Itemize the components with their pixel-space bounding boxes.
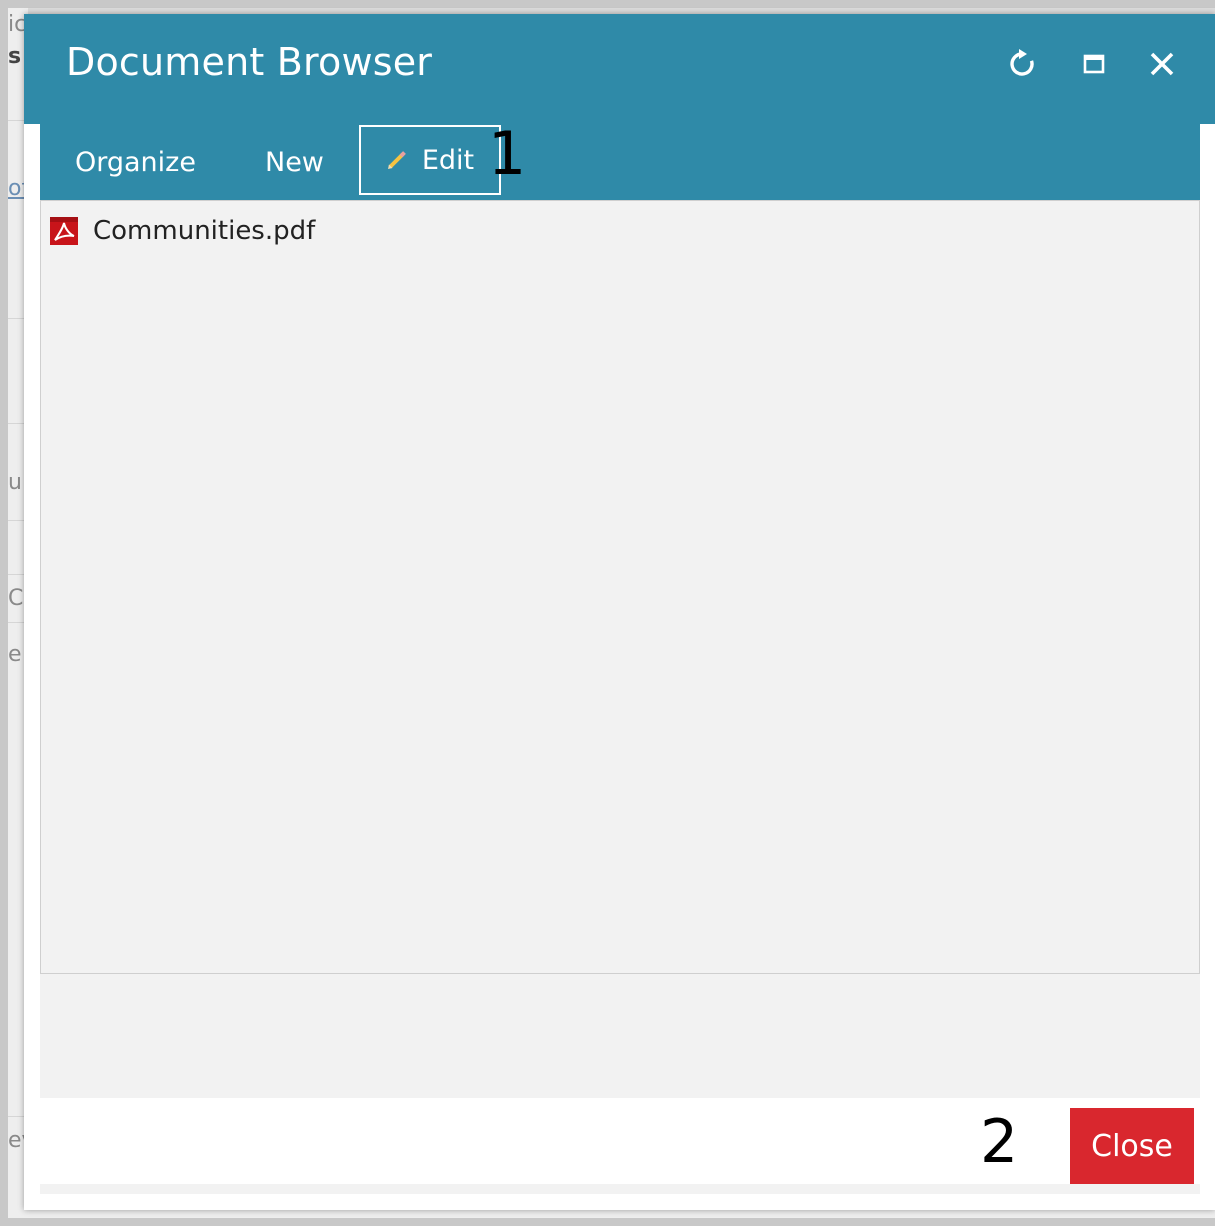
pencil-icon [387,151,406,169]
refresh-button[interactable] [1002,44,1042,84]
maximize-button[interactable] [1074,44,1114,84]
tab-organize-label: Organize [75,146,196,178]
pdf-icon [50,217,78,245]
tab-organize[interactable]: Organize [75,124,196,200]
toolbar-margin [24,124,40,200]
annotation-number-1: 1 [488,119,527,189]
tab-new[interactable]: New [265,124,324,200]
close-button[interactable]: Close [1070,1108,1194,1184]
annotation-number-2: 2 [980,1107,1019,1177]
tab-edit-label: Edit [421,144,475,176]
close-window-button[interactable] [1142,44,1182,84]
refresh-icon [1010,49,1034,76]
tab-new-label: New [265,146,324,178]
document-browser-dialog: Document Browser Organize New Edit Commu… [24,14,1215,1210]
file-name: Communities.pdf [93,216,316,246]
footer-bar [40,1184,1200,1194]
dialog-title: Document Browser [66,40,433,84]
file-list: Communities.pdf [40,200,1200,974]
close-icon [1150,52,1174,76]
dialog-titlebar: Document Browser [24,14,1215,124]
details-panel [40,974,1200,1098]
maximize-icon [1083,54,1105,74]
list-item[interactable]: Communities.pdf [49,209,315,253]
tab-edit[interactable]: Edit [359,125,501,195]
toolbar: Organize New Edit [40,124,1200,200]
